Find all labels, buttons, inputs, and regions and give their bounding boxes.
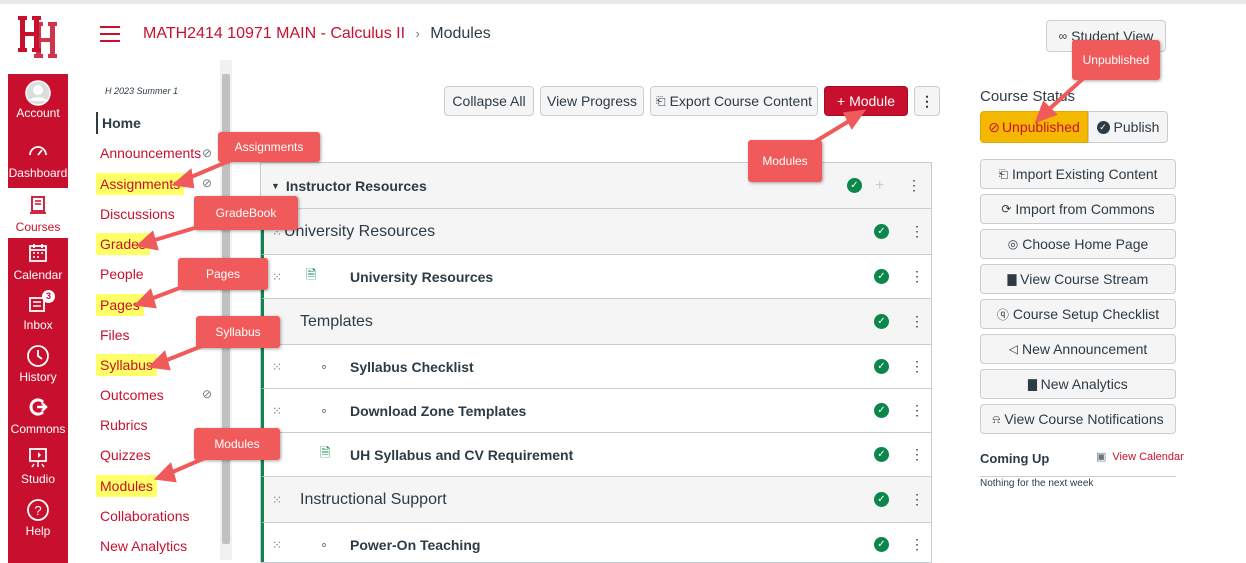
- annotation-arrows: [133, 74, 1088, 483]
